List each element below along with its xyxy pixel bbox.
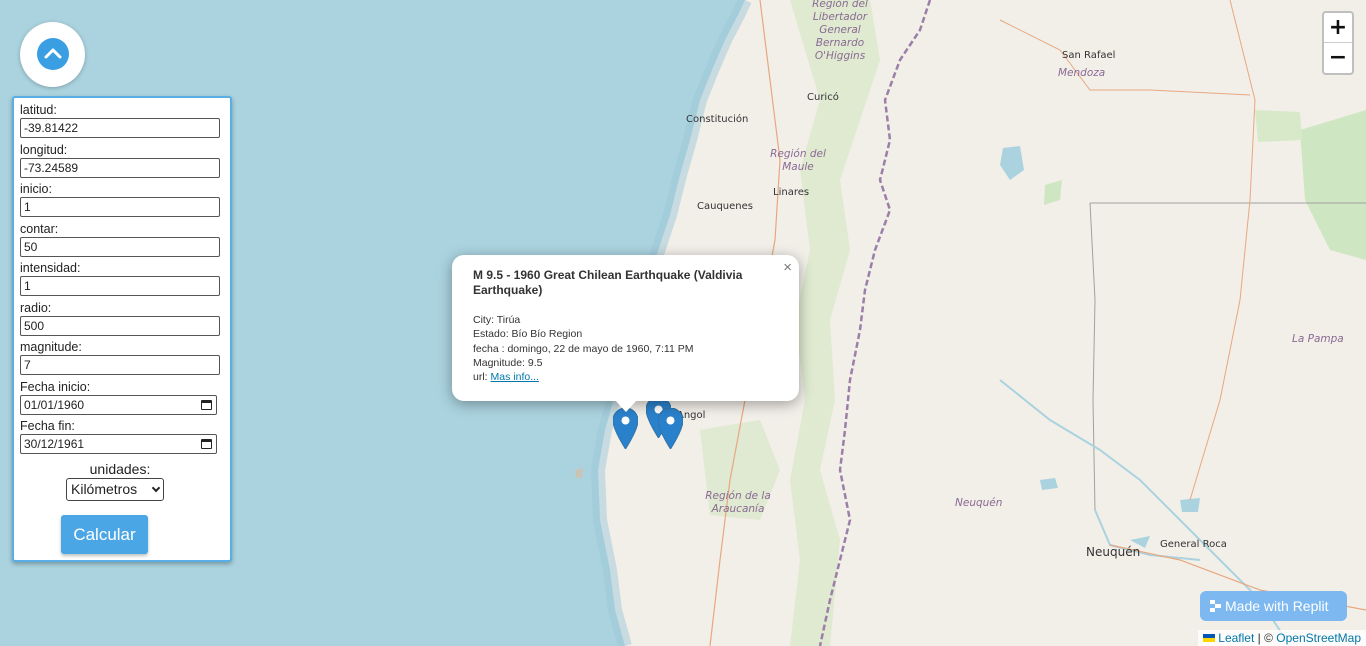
map-attribution: Leaflet | © OpenStreetMap <box>1198 630 1366 646</box>
panel-toggle-button[interactable] <box>20 22 85 87</box>
longitude-field: longitud: -73.24589 <box>20 143 220 183</box>
radius-label: radio: <box>20 300 52 315</box>
calendar-icon[interactable] <box>201 399 212 410</box>
attribution-separator: | © <box>1257 631 1273 645</box>
map-label-region-araucania: Región de la Araucanía <box>705 490 771 515</box>
replit-logo-icon <box>1210 600 1221 612</box>
popup-more-info-link[interactable]: Mas info... <box>491 371 539 383</box>
radius-field: radio: 500 <box>20 301 220 341</box>
earthquake-marker-icon[interactable] <box>613 408 638 449</box>
latitude-label: latitud: <box>20 103 57 117</box>
units-field: unidades: Kilómetros <box>20 461 220 501</box>
popup-tip <box>614 399 638 412</box>
start-input[interactable]: 1 <box>20 197 220 217</box>
zoom-in-button[interactable]: + <box>1324 13 1352 43</box>
count-input[interactable]: 50 <box>20 236 220 257</box>
units-select-value: Kilómetros <box>71 480 138 497</box>
zoom-control: + − <box>1322 11 1354 75</box>
map-label-general-roca: General Roca <box>1160 539 1227 550</box>
popup-city: City: Tirúa <box>473 314 521 326</box>
latitude-input[interactable]: -39.81422 <box>20 118 220 138</box>
longitude-label: longitud: <box>20 142 68 157</box>
radius-input[interactable]: 500 <box>20 315 220 336</box>
search-form-panel: latitud: -39.81422 longitud: -73.24589 i… <box>12 96 232 562</box>
map-label-neuquen-province: Neuquén <box>955 497 1003 509</box>
map-label-mendoza: Mendoza <box>1058 67 1106 79</box>
end-date-field: Fecha fin: 30/12/1961 <box>20 419 220 459</box>
popup-title: M 9.5 - 1960 Great Chilean Earthquake (V… <box>473 268 743 297</box>
start-date-input[interactable]: 01/01/1960 <box>20 394 217 415</box>
map-label-san-rafael: San Rafael <box>1062 50 1116 61</box>
longitude-input[interactable]: -73.24589 <box>20 157 220 178</box>
popup-magnitude: Magnitude: 9.5 <box>473 356 543 369</box>
latitude-field: latitud: -39.81422 <box>20 103 220 143</box>
intensity-label: intensidad: <box>20 261 81 275</box>
start-date-label: Fecha inicio: <box>20 379 91 394</box>
close-icon[interactable]: × <box>783 259 792 276</box>
start-field: inicio: 1 <box>20 182 220 222</box>
units-label: unidades: <box>89 460 151 477</box>
openstreetmap-link[interactable]: OpenStreetMap <box>1276 631 1361 645</box>
zoom-out-button[interactable]: − <box>1324 43 1352 73</box>
end-date-label: Fecha fin: <box>20 419 75 433</box>
popup-state: Estado: Bío Bío Region <box>473 328 583 341</box>
map-label-region-maule: Región del Maule <box>770 148 826 173</box>
popup-date: fecha : domingo, 22 de mayo de 1960, 7:1… <box>473 342 694 355</box>
map-label-neuquen-city: Neuquén <box>1086 545 1141 559</box>
ukraine-flag-icon <box>1203 634 1216 642</box>
magnitude-field: magnitude: 7 <box>20 340 220 380</box>
map-label-curico: Curicó <box>807 92 839 103</box>
end-date-value: 30/12/1961 <box>24 437 85 451</box>
leaflet-link[interactable]: Leaflet <box>1218 631 1254 645</box>
popup-url-prefix: url: <box>473 371 488 384</box>
magnitude-input[interactable]: 7 <box>20 355 220 375</box>
start-date-value: 01/01/1960 <box>24 397 85 412</box>
map-label-cauquenes: Cauquenes <box>697 201 753 212</box>
calendar-icon[interactable] <box>201 439 212 449</box>
popup-url-row: url: Mas info... <box>473 370 779 384</box>
calculate-button[interactable]: Calcular <box>61 514 148 554</box>
units-select[interactable]: Kilómetros <box>66 477 164 501</box>
start-label: inicio: <box>20 182 52 196</box>
end-date-input[interactable]: 30/12/1961 <box>20 434 217 454</box>
start-date-field: Fecha inicio: 01/01/1960 <box>20 380 220 420</box>
chevron-down-icon <box>151 483 161 492</box>
earthquake-marker-icon[interactable] <box>658 408 683 449</box>
replit-badge-label: Made with Replit <box>1225 598 1329 614</box>
count-label: contar: <box>20 221 59 236</box>
chevron-up-icon <box>37 38 69 70</box>
intensity-input[interactable]: 1 <box>20 276 220 296</box>
magnitude-label: magnitude: <box>20 340 82 354</box>
map-label-constitucion: Constitución <box>686 114 749 125</box>
earthquake-popup: × M 9.5 - 1960 Great Chilean Earthquake … <box>452 255 799 412</box>
map-label-la-pampa: La Pampa <box>1292 333 1344 345</box>
count-field: contar: 50 <box>20 222 220 262</box>
map-label-linares: Linares <box>773 187 810 198</box>
intensity-field: intensidad: 1 <box>20 261 220 301</box>
made-with-replit-badge[interactable]: Made with Replit <box>1200 591 1347 621</box>
map-label-region-ohiggins: Región del Libertador General Bernardo O… <box>812 0 868 62</box>
